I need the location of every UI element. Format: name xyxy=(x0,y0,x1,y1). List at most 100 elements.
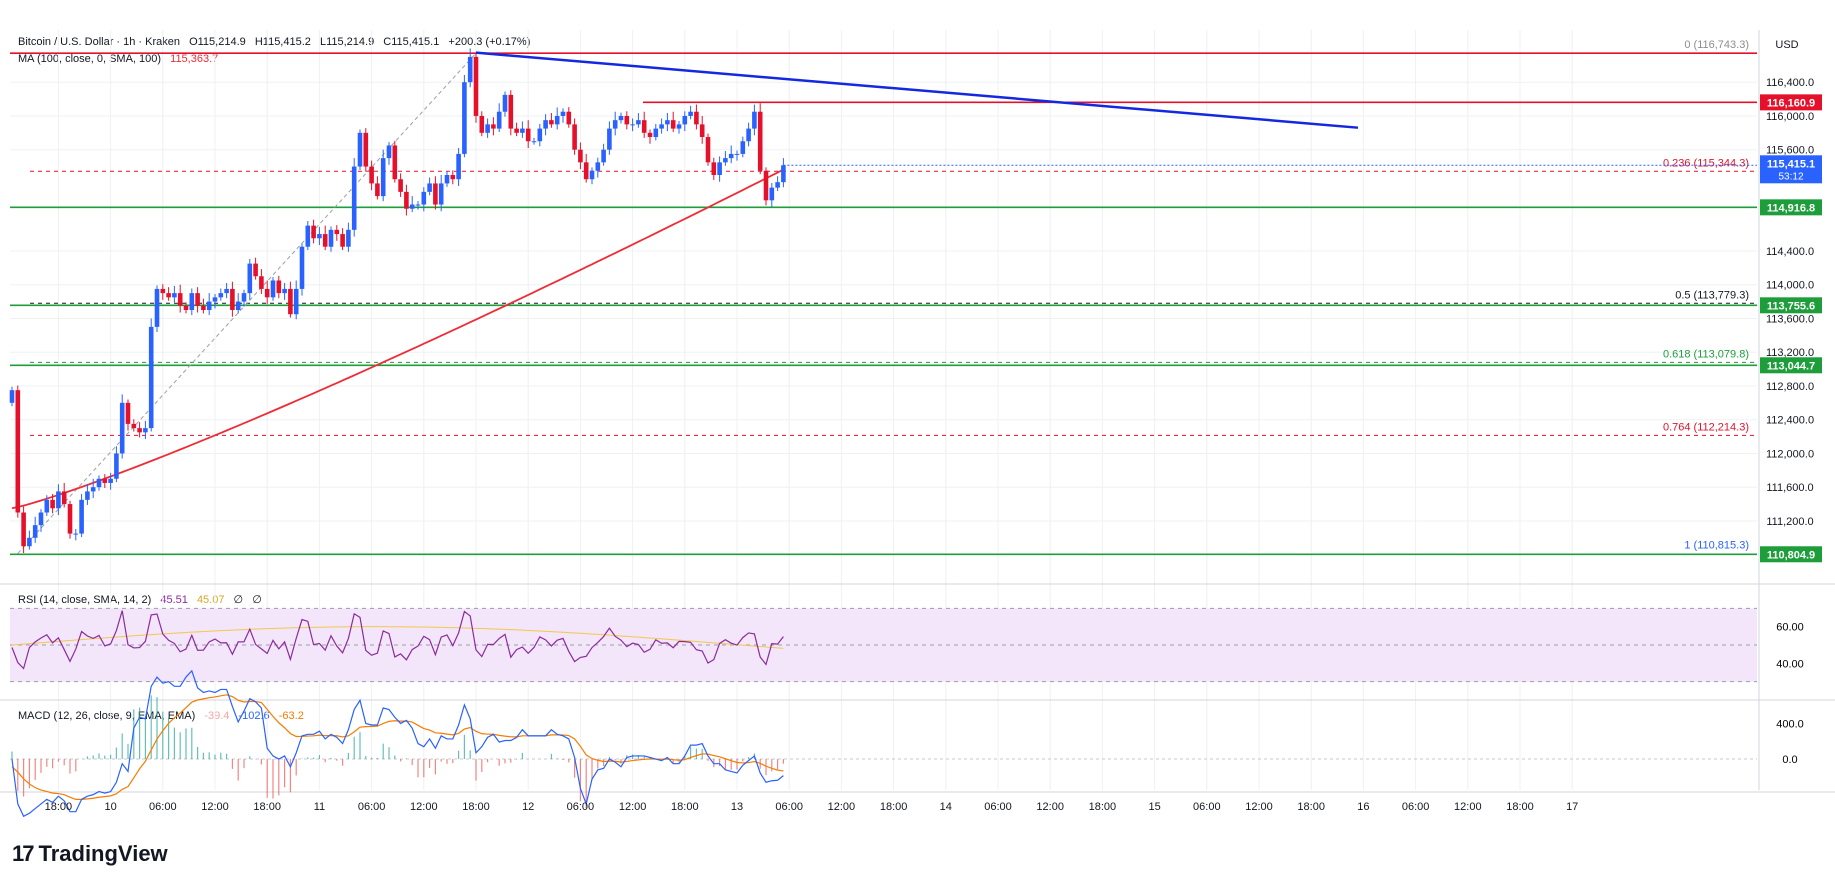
candle-body xyxy=(433,183,438,205)
candle-body xyxy=(491,124,496,129)
price-tick: 116,400.0 xyxy=(1766,77,1814,89)
candle-body xyxy=(50,499,55,509)
candle-body xyxy=(757,111,763,171)
candle-body xyxy=(763,170,769,201)
candle-body xyxy=(578,149,583,163)
time-tick: 06:00 xyxy=(775,801,803,813)
candle-body xyxy=(119,402,125,454)
time-tick: 12:00 xyxy=(1036,801,1064,813)
candle-body xyxy=(311,225,316,239)
candle-body xyxy=(543,120,548,129)
fib-label: 1 (110,815.3) xyxy=(1684,539,1749,551)
price-chart[interactable]: 0 (116,743.3) 0.236 (115,344.3) 0.5 (113,7… xyxy=(0,0,1835,883)
candle-body xyxy=(566,111,572,125)
candle-body xyxy=(392,145,398,180)
candle-body xyxy=(328,229,334,247)
time-tick: 18:00 xyxy=(253,801,281,813)
candle-body xyxy=(537,128,543,142)
candle-body xyxy=(143,428,148,433)
tradingview-logo: 17 TradingView xyxy=(12,841,168,867)
candle-body xyxy=(79,499,84,534)
candle-body xyxy=(618,115,624,121)
candle-body xyxy=(108,478,113,483)
price-tick: 112,800.0 xyxy=(1766,381,1814,393)
fib-label: 0.236 (115,344.3) xyxy=(1663,157,1749,169)
candle-body xyxy=(131,423,137,429)
candle-body xyxy=(125,402,131,424)
price-label: 114,916.8 xyxy=(1767,202,1815,214)
candle-body xyxy=(404,191,409,209)
time-tick: 12:00 xyxy=(828,801,856,813)
time-tick: 12:00 xyxy=(619,801,647,813)
candle-body xyxy=(688,111,693,116)
last-price-countdown: 53:12 xyxy=(1778,171,1803,182)
time-tick: 06:00 xyxy=(1193,801,1221,813)
candle-body xyxy=(473,56,479,116)
candle-body xyxy=(641,120,647,133)
price-label: 113,044.7 xyxy=(1767,360,1815,372)
candle-body xyxy=(44,499,50,513)
candle-body xyxy=(189,293,195,310)
candle-body xyxy=(438,183,444,205)
time-tick: 14 xyxy=(940,801,952,813)
candle-body xyxy=(746,128,751,142)
price-tick: 112,400.0 xyxy=(1766,415,1814,427)
candle-body xyxy=(61,491,67,505)
time-tick: 18:00 xyxy=(671,801,699,813)
candle-body xyxy=(9,390,15,403)
candle-body xyxy=(293,288,299,315)
candle-body xyxy=(253,263,258,277)
time-tick: 12 xyxy=(522,801,534,813)
time-tick: 18:00 xyxy=(45,801,73,813)
candle-body xyxy=(73,533,79,535)
candle-body xyxy=(624,115,630,125)
candle-body xyxy=(415,204,421,206)
candle-body xyxy=(264,288,270,298)
candle-body xyxy=(781,165,786,183)
candle-body xyxy=(723,158,728,163)
tradingview-logo-icon: 17 xyxy=(12,841,35,866)
candle-body xyxy=(102,478,108,483)
candle-body xyxy=(351,166,357,230)
candle-body xyxy=(682,115,688,125)
price-label: 113,755.6 xyxy=(1767,300,1815,312)
candle-body xyxy=(90,487,96,492)
candle-body xyxy=(572,124,577,150)
rsi-tick: 60.00 xyxy=(1776,622,1804,634)
time-tick: 17 xyxy=(1566,801,1578,813)
candle-body xyxy=(595,162,601,171)
candle-body xyxy=(670,120,676,129)
candle-body xyxy=(305,225,311,247)
candle-body xyxy=(549,120,554,125)
candle-body xyxy=(317,234,322,239)
time-tick: 18:00 xyxy=(1297,801,1325,813)
fib-label: 0 (116,743.3) xyxy=(1684,39,1749,51)
candle-body xyxy=(166,293,171,298)
price-tick: 112,000.0 xyxy=(1766,448,1814,460)
candle-body xyxy=(247,263,253,294)
candle-body xyxy=(21,512,26,547)
candle-body xyxy=(554,115,560,125)
currency-label: USD xyxy=(1775,39,1798,51)
time-tick: 10 xyxy=(104,801,116,813)
candle-body xyxy=(357,132,363,167)
fib-label: 0.5 (113,779.3) xyxy=(1675,289,1749,301)
candle-body xyxy=(775,182,780,188)
price-label: 110,804.9 xyxy=(1767,549,1815,561)
time-tick: 18:00 xyxy=(880,801,908,813)
candle-body xyxy=(450,175,456,180)
candle-body xyxy=(659,124,664,129)
candle-body xyxy=(137,428,142,433)
candle-body xyxy=(583,162,589,180)
candle-body xyxy=(398,179,403,192)
candle-body xyxy=(96,478,102,488)
candle-body xyxy=(740,141,746,154)
time-tick: 16 xyxy=(1357,801,1369,813)
time-tick: 13 xyxy=(731,801,743,813)
candle-body xyxy=(444,175,450,184)
candle-body xyxy=(212,297,218,302)
candle-body xyxy=(67,504,73,534)
candle-body xyxy=(479,115,485,133)
price-label: 116,160.9 xyxy=(1767,97,1815,109)
candle-body xyxy=(276,280,282,294)
